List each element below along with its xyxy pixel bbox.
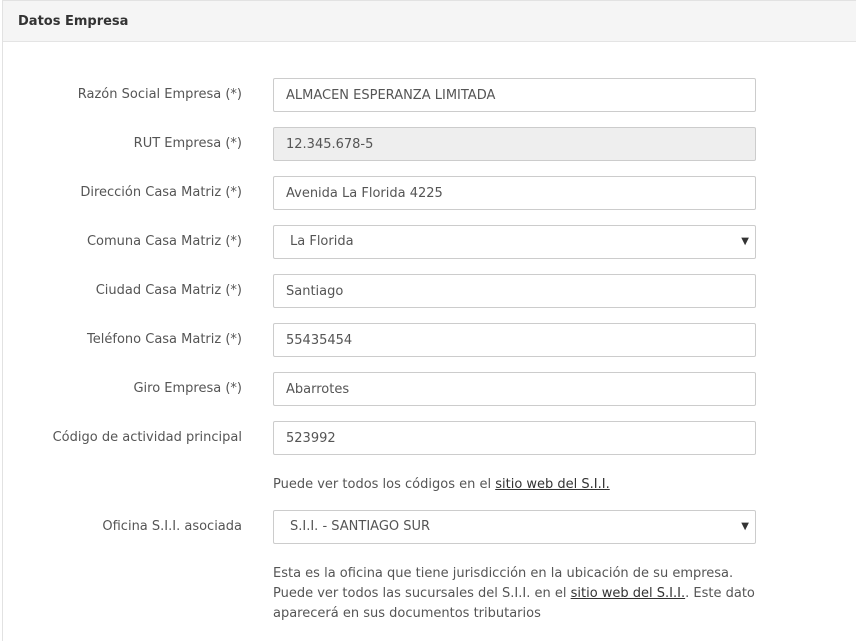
caret-down-icon: ▼ [741,521,749,532]
direccion-label: Dirección Casa Matriz (*) [80,185,242,200]
comuna-selected-value: La Florida [290,234,354,249]
codigo-row: Código de actividad principal [0,421,856,455]
razon-social-row: Razón Social Empresa (*) [0,78,856,112]
ciudad-input[interactable] [273,274,756,308]
panel-heading: Datos Empresa [3,1,856,42]
direccion-row: Dirección Casa Matriz (*) [0,176,856,210]
codigo-input[interactable] [273,421,756,455]
oficina-help-text: Esta es la oficina que tiene jurisdicció… [273,564,763,624]
sii-website-link[interactable]: sitio web del S.I.I. [495,477,610,492]
giro-label: Giro Empresa (*) [133,381,242,396]
giro-input[interactable] [273,372,756,406]
comuna-select[interactable]: La Florida ▼ [273,225,756,259]
codigo-label: Código de actividad principal [52,430,242,445]
razon-social-input[interactable] [273,78,756,112]
telefono-input[interactable] [273,323,756,357]
codigo-help-text: Puede ver todos los códigos en el sitio … [273,475,763,495]
panel-title: Datos Empresa [18,14,129,29]
ciudad-label: Ciudad Casa Matriz (*) [95,283,242,298]
giro-row: Giro Empresa (*) [0,372,856,406]
caret-down-icon: ▼ [741,236,749,247]
sii-sucursales-link[interactable]: sitio web del S.I.I. [571,586,686,601]
comuna-row: Comuna Casa Matriz (*) La Florida ▼ [0,225,856,259]
razon-social-label: Razón Social Empresa (*) [77,87,242,102]
telefono-row: Teléfono Casa Matriz (*) [0,323,856,357]
direccion-input[interactable] [273,176,756,210]
oficina-selected-value: S.I.I. - SANTIAGO SUR [290,519,431,534]
rut-row: RUT Empresa (*) [0,127,856,161]
comuna-label: Comuna Casa Matriz (*) [86,234,242,249]
rut-label: RUT Empresa (*) [133,136,242,151]
rut-input [273,127,756,161]
telefono-label: Teléfono Casa Matriz (*) [87,332,242,347]
ciudad-row: Ciudad Casa Matriz (*) [0,274,856,308]
oficina-label: Oficina S.I.I. asociada [102,519,242,534]
oficina-select[interactable]: S.I.I. - SANTIAGO SUR ▼ [273,510,756,544]
oficina-row: Oficina S.I.I. asociada S.I.I. - SANTIAG… [0,510,856,544]
codigo-help-prefix: Puede ver todos los códigos en el [273,477,496,492]
